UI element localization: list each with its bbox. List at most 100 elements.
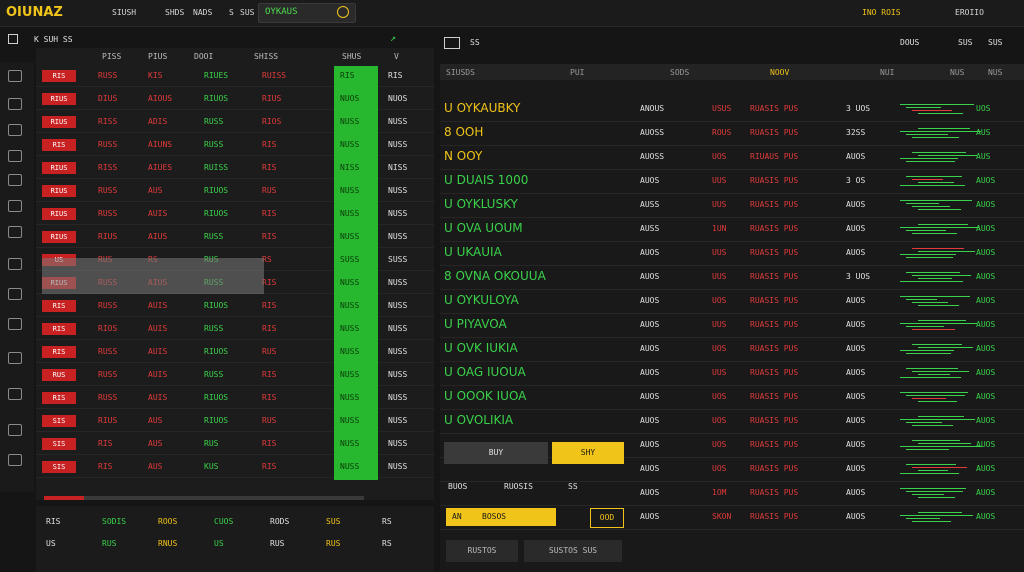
table-cell: NUSS bbox=[388, 324, 408, 333]
table-row[interactable]: SIS RIS AUS RUS RIS NUSS NUSS bbox=[36, 434, 434, 457]
search-input[interactable]: OYKAUS bbox=[258, 3, 356, 23]
star-icon[interactable] bbox=[8, 226, 22, 238]
table-row[interactable]: RUS RUSS AUIS RUSS RIS NUSS NUSS bbox=[36, 365, 434, 388]
panel-toggle-icon[interactable] bbox=[8, 34, 18, 47]
user-menu[interactable]: EROIIO bbox=[955, 8, 984, 17]
wallet-icon[interactable] bbox=[8, 150, 22, 162]
book-icon[interactable] bbox=[8, 124, 22, 136]
expand-icon[interactable]: ↗ bbox=[390, 33, 396, 44]
qty-input[interactable]: OOD bbox=[590, 508, 624, 528]
table-row[interactable]: RIS RUSS AIUNS RUSS RIS NUSS NUSS bbox=[36, 135, 434, 158]
search-icon[interactable] bbox=[337, 6, 349, 18]
chart-icon[interactable] bbox=[8, 70, 22, 82]
nav-item-4[interactable]: S bbox=[229, 8, 234, 17]
table-row[interactable]: RIS RUSS AUIS RIUOS RIS NUSS NUSS bbox=[36, 296, 434, 319]
user-icon[interactable] bbox=[8, 318, 22, 330]
markets-col-4[interactable]: NOOV bbox=[770, 68, 789, 77]
footer-cell: SUS bbox=[326, 517, 341, 526]
list-item[interactable]: 8 OVNA OKOUUA AUOS UUS RUASIS PUS 3 UOS AUOS bbox=[440, 266, 1024, 290]
table-cell: RUSS bbox=[98, 370, 118, 379]
col-header-4[interactable]: SHISS bbox=[254, 52, 278, 61]
table-row[interactable]: RIUS DIUS AIOUS RIUOS RIUS NUOS NUOS bbox=[36, 89, 434, 112]
markets-col-2[interactable]: PUI bbox=[570, 68, 584, 77]
markets-col-5[interactable]: NUI bbox=[880, 68, 894, 77]
list-item[interactable]: 8 OOH AUOSS ROUS RUASIS PUS 32SS AUS bbox=[440, 122, 1024, 146]
account-button[interactable]: INO ROIS bbox=[862, 8, 901, 17]
col-header-1[interactable]: PISS bbox=[102, 52, 121, 61]
markets-col-7[interactable]: NUS bbox=[988, 68, 1002, 77]
nav-item-2[interactable]: SHDS bbox=[165, 8, 184, 17]
col-header-2[interactable]: PIUS bbox=[148, 52, 167, 61]
app-logo[interactable]: OIUNAZ bbox=[6, 5, 63, 20]
list-item[interactable]: U OVOLIKIA AUOS UOS RUASIS PUS AUOS AUOS bbox=[440, 410, 1024, 434]
table-cell: RIUS bbox=[42, 93, 76, 105]
table-row[interactable]: RIUS RUSS AUIS RIUOS RIS NUSS NUSS bbox=[36, 204, 434, 227]
list-item[interactable]: U PIYAVOA AUOS UUS RUASIS PUS AUOS AUOS bbox=[440, 314, 1024, 338]
table-row[interactable]: RIS RUSS KIS RIUES RUISS RIS RIS bbox=[36, 66, 434, 89]
table-row[interactable]: RIUS RIUS AIUS RUSS RIS NUSS NUSS bbox=[36, 227, 434, 250]
col-header-5[interactable]: SHUS bbox=[342, 52, 361, 61]
table-row[interactable]: RIS RIOS AUIS RUSS RIS NUSS NUSS bbox=[36, 319, 434, 342]
table-cell: SIS bbox=[42, 461, 76, 473]
list-item[interactable]: N OOY AUOSS UOS RIUAUS PUS AUOS AUS bbox=[440, 146, 1024, 170]
nav-item-5[interactable]: SUS bbox=[240, 8, 254, 17]
clock-icon[interactable] bbox=[8, 288, 22, 300]
list-item[interactable]: U OYKULOYA AUOS UOS RUASIS PUS AUOS AUOS bbox=[440, 290, 1024, 314]
list-icon[interactable] bbox=[8, 98, 22, 110]
list-item[interactable]: U OYKAUBKY ANOUS USUS RUASIS PUS 3 UOS UOS bbox=[440, 98, 1024, 122]
market-name: U OOOK IUOA bbox=[444, 389, 527, 403]
list-item[interactable]: U OYKLUSKY AUSS UUS RUASIS PUS AUOS AUOS bbox=[440, 194, 1024, 218]
bell-icon[interactable] bbox=[8, 200, 22, 212]
help-icon[interactable] bbox=[8, 388, 22, 400]
depth-slider[interactable] bbox=[44, 496, 364, 500]
list-item[interactable]: U OVK IUKIA AUOS UOS RUASIS PUS AUOS AUOS bbox=[440, 338, 1024, 362]
list-item[interactable]: U UKAUIA AUOS UUS RUASIS PUS AUOS AUOS bbox=[440, 242, 1024, 266]
grid-icon[interactable] bbox=[8, 174, 22, 186]
markets-col-3[interactable]: SODS bbox=[670, 68, 689, 77]
list-item[interactable]: U OOOK IUOA AUOS UOS RUASIS PUS AUOS AUOS bbox=[440, 386, 1024, 410]
table-row[interactable]: RIUS RUSS AUS RIUOS RUS NUSS NUSS bbox=[36, 181, 434, 204]
footer-row[interactable]: RIS SODIS ROOS CUOS RODS SUS RS bbox=[36, 514, 434, 530]
table-row[interactable]: SIS RIS AUS KUS RIS NUSS NUSS bbox=[36, 457, 434, 480]
list-item[interactable]: U DUAIS 1000 AUOS UUS RUASIS PUS 3 OS AUOS bbox=[440, 170, 1024, 194]
gear-icon[interactable] bbox=[8, 352, 22, 364]
market-pair: RUASIS PUS bbox=[750, 512, 799, 521]
lock-icon[interactable] bbox=[8, 424, 22, 436]
window-icon[interactable] bbox=[444, 37, 460, 49]
toolbar-item-2[interactable]: SUS bbox=[958, 38, 972, 47]
table-row[interactable]: RIS RUSS AUIS RIUOS RUS NUSS NUSS bbox=[36, 342, 434, 365]
sparkline-segment bbox=[906, 161, 955, 162]
markets-col-6[interactable]: NUS bbox=[950, 68, 964, 77]
table-cell: RUSS bbox=[98, 71, 118, 80]
sell-button[interactable]: SHY bbox=[552, 442, 624, 464]
market-price: AUOS bbox=[640, 368, 660, 377]
table-row[interactable]: SIS RIUS AUS RIUOS RUS NUSS NUSS bbox=[36, 411, 434, 434]
table-cell: RUSS bbox=[204, 117, 224, 126]
buy-button[interactable]: BUY bbox=[444, 442, 548, 464]
secondary-button-2[interactable]: SUSTOS SUS bbox=[524, 540, 622, 562]
nav-item-1[interactable]: SIUSH bbox=[112, 8, 136, 17]
market-pair: RUASIS PUS bbox=[750, 368, 799, 377]
nav-item-3[interactable]: NADS bbox=[193, 8, 212, 17]
markets-col-1[interactable]: SIUSDS bbox=[446, 68, 475, 77]
col-header-3[interactable]: DOOI bbox=[194, 52, 213, 61]
flag-icon[interactable] bbox=[8, 258, 22, 270]
list-item[interactable]: U OVA UOUM AUSS 1UN RUASIS PUS AUOS AUOS bbox=[440, 218, 1024, 242]
toolbar-item-1[interactable]: DOUS bbox=[900, 38, 919, 47]
sparkline-segment bbox=[924, 419, 975, 420]
toolbar-item-3[interactable]: SUS bbox=[988, 38, 1002, 47]
market-volume: AUOS bbox=[846, 392, 866, 401]
table-row[interactable]: RIUS RISS AIUES RUISS RIS NISS NISS bbox=[36, 158, 434, 181]
logout-icon[interactable] bbox=[8, 454, 22, 466]
list-item[interactable]: U OAG IUOUA AUOS UUS RUASIS PUS AUOS AUOS bbox=[440, 362, 1024, 386]
secondary-button-1[interactable]: RUSTOS bbox=[446, 540, 518, 562]
table-row[interactable]: RIS RUSS AUIS RIUOS RIS NUSS NUSS bbox=[36, 388, 434, 411]
table-row[interactable]: RIUS RISS ADIS RUSS RIOS NUSS NUSS bbox=[36, 112, 434, 135]
col-header-6[interactable]: V bbox=[394, 52, 399, 61]
sparkline-segment bbox=[912, 233, 957, 234]
top-bar: OIUNAZ SIUSH SHDS NADS S SUS OYKAUS INO … bbox=[0, 0, 1024, 27]
footer-row[interactable]: US RUS RNUS US RUS RUS RS bbox=[36, 536, 434, 552]
price-input[interactable]: AN BOSOS SAY bbox=[446, 508, 578, 526]
market-high: AUOS bbox=[976, 176, 996, 185]
footer-cell: US bbox=[46, 539, 56, 548]
